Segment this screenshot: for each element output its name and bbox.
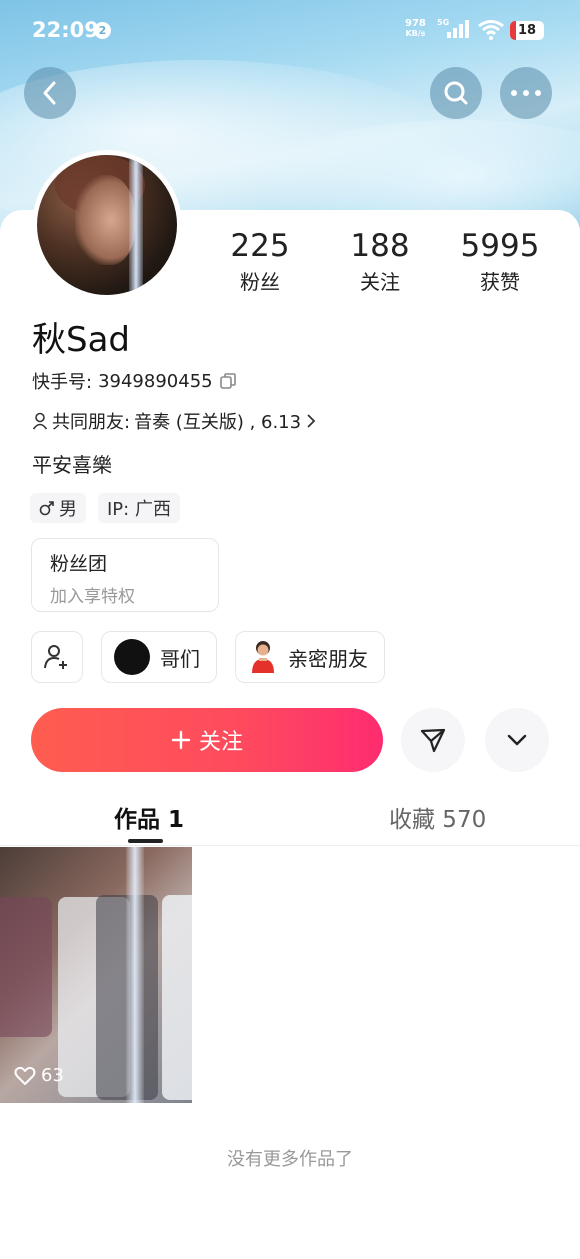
plus-icon [171, 730, 191, 750]
profile-tags: 男 IP: 广西 [30, 493, 180, 523]
follow-label: 关注 [198, 730, 243, 755]
add-user-icon [44, 645, 67, 669]
content-tabs: 作品 1 收藏 570 [0, 790, 580, 846]
net-speed-value: 978 [405, 18, 426, 29]
tab-favorites[interactable]: 收藏 570 [389, 800, 486, 834]
mutual-friends-row[interactable]: 共同朋友: 音奏 (互关版) , 6.13 [32, 408, 317, 434]
net-speed: 978 KB/s [405, 19, 426, 39]
tab-works[interactable]: 作品 1 [114, 800, 184, 834]
person-icon [32, 412, 48, 430]
stat-value: 5995 [460, 228, 540, 264]
work-thumbnail[interactable]: 63 [0, 847, 192, 1103]
stat-value: 188 [350, 228, 410, 264]
stat-followers[interactable]: 225 粉丝 [200, 228, 320, 295]
chip-avatar [252, 641, 274, 673]
add-friend-button[interactable] [31, 631, 83, 683]
mutual-friends-label: 共同朋友: [52, 412, 131, 433]
chip-close-friends[interactable]: 亲密朋友 [235, 631, 385, 683]
signal-icon: 5G [437, 18, 473, 40]
avatar[interactable] [32, 150, 182, 300]
more-horizontal-icon [511, 90, 541, 96]
profile-stats: 225 粉丝 188 关注 5995 获赞 [200, 228, 560, 295]
profile-name: 秋Sad [32, 320, 130, 360]
work-likes: 63 [14, 1065, 64, 1086]
stat-label: 获赞 [480, 270, 520, 294]
heart-icon [14, 1066, 36, 1085]
profile-bio: 平安喜樂 [32, 453, 112, 477]
net-speed-unit: KB/s [405, 29, 426, 38]
follow-button[interactable]: 关注 [31, 708, 383, 772]
share-button[interactable] [401, 708, 465, 772]
search-button[interactable] [430, 67, 482, 119]
stat-likes[interactable]: 5995 获赞 [440, 228, 560, 295]
back-button[interactable] [24, 67, 76, 119]
tab-indicator [128, 839, 163, 843]
relationship-chips: 哥们 亲密朋友 [31, 631, 385, 683]
kuaishou-id-label: 快手号: [32, 372, 93, 393]
status-time: 22:09 [32, 18, 99, 42]
work-likes-count: 63 [41, 1065, 64, 1086]
chip-bros[interactable]: 哥们 [101, 631, 217, 683]
copy-icon[interactable] [219, 372, 237, 390]
notification-badge: 2 [94, 22, 111, 39]
fan-club-card[interactable]: 粉丝团 加入享特权 [31, 538, 219, 612]
ip-label: IP: 广西 [107, 499, 171, 520]
male-icon [39, 501, 54, 516]
kuaishou-id: 3949890455 [98, 370, 213, 392]
stat-value: 225 [230, 228, 290, 264]
fan-club-title: 粉丝团 [50, 553, 108, 575]
no-more-works: 没有更多作品了 [227, 1149, 353, 1170]
chevron-down-icon [507, 734, 527, 746]
chip-label: 哥们 [160, 646, 200, 671]
expand-button[interactable] [485, 708, 549, 772]
more-button[interactable] [500, 67, 552, 119]
chevron-left-icon [43, 81, 56, 105]
chip-label: 亲密朋友 [288, 646, 368, 671]
mutual-friends-value: 音奏 (互关版) , 6.13 [134, 412, 302, 433]
stat-label: 粉丝 [240, 270, 280, 294]
battery-level: 18 [517, 23, 537, 38]
chip-avatar [114, 639, 150, 675]
battery-icon: 18 [510, 21, 544, 40]
send-icon [420, 728, 446, 753]
stat-following[interactable]: 188 关注 [320, 228, 440, 295]
fan-club-subtitle: 加入享特权 [50, 587, 135, 607]
gender-label: 男 [59, 499, 77, 520]
stat-label: 关注 [360, 270, 400, 294]
search-icon [444, 81, 468, 105]
status-bar: 22:09 2 978 KB/s 5G 18 [0, 0, 580, 62]
chevron-right-icon [307, 414, 316, 428]
wifi-icon [478, 20, 504, 40]
gender-tag: 男 [30, 493, 86, 523]
ip-tag: IP: 广西 [98, 493, 180, 523]
kuaishou-id-row: 快手号: 3949890455 [32, 368, 237, 394]
